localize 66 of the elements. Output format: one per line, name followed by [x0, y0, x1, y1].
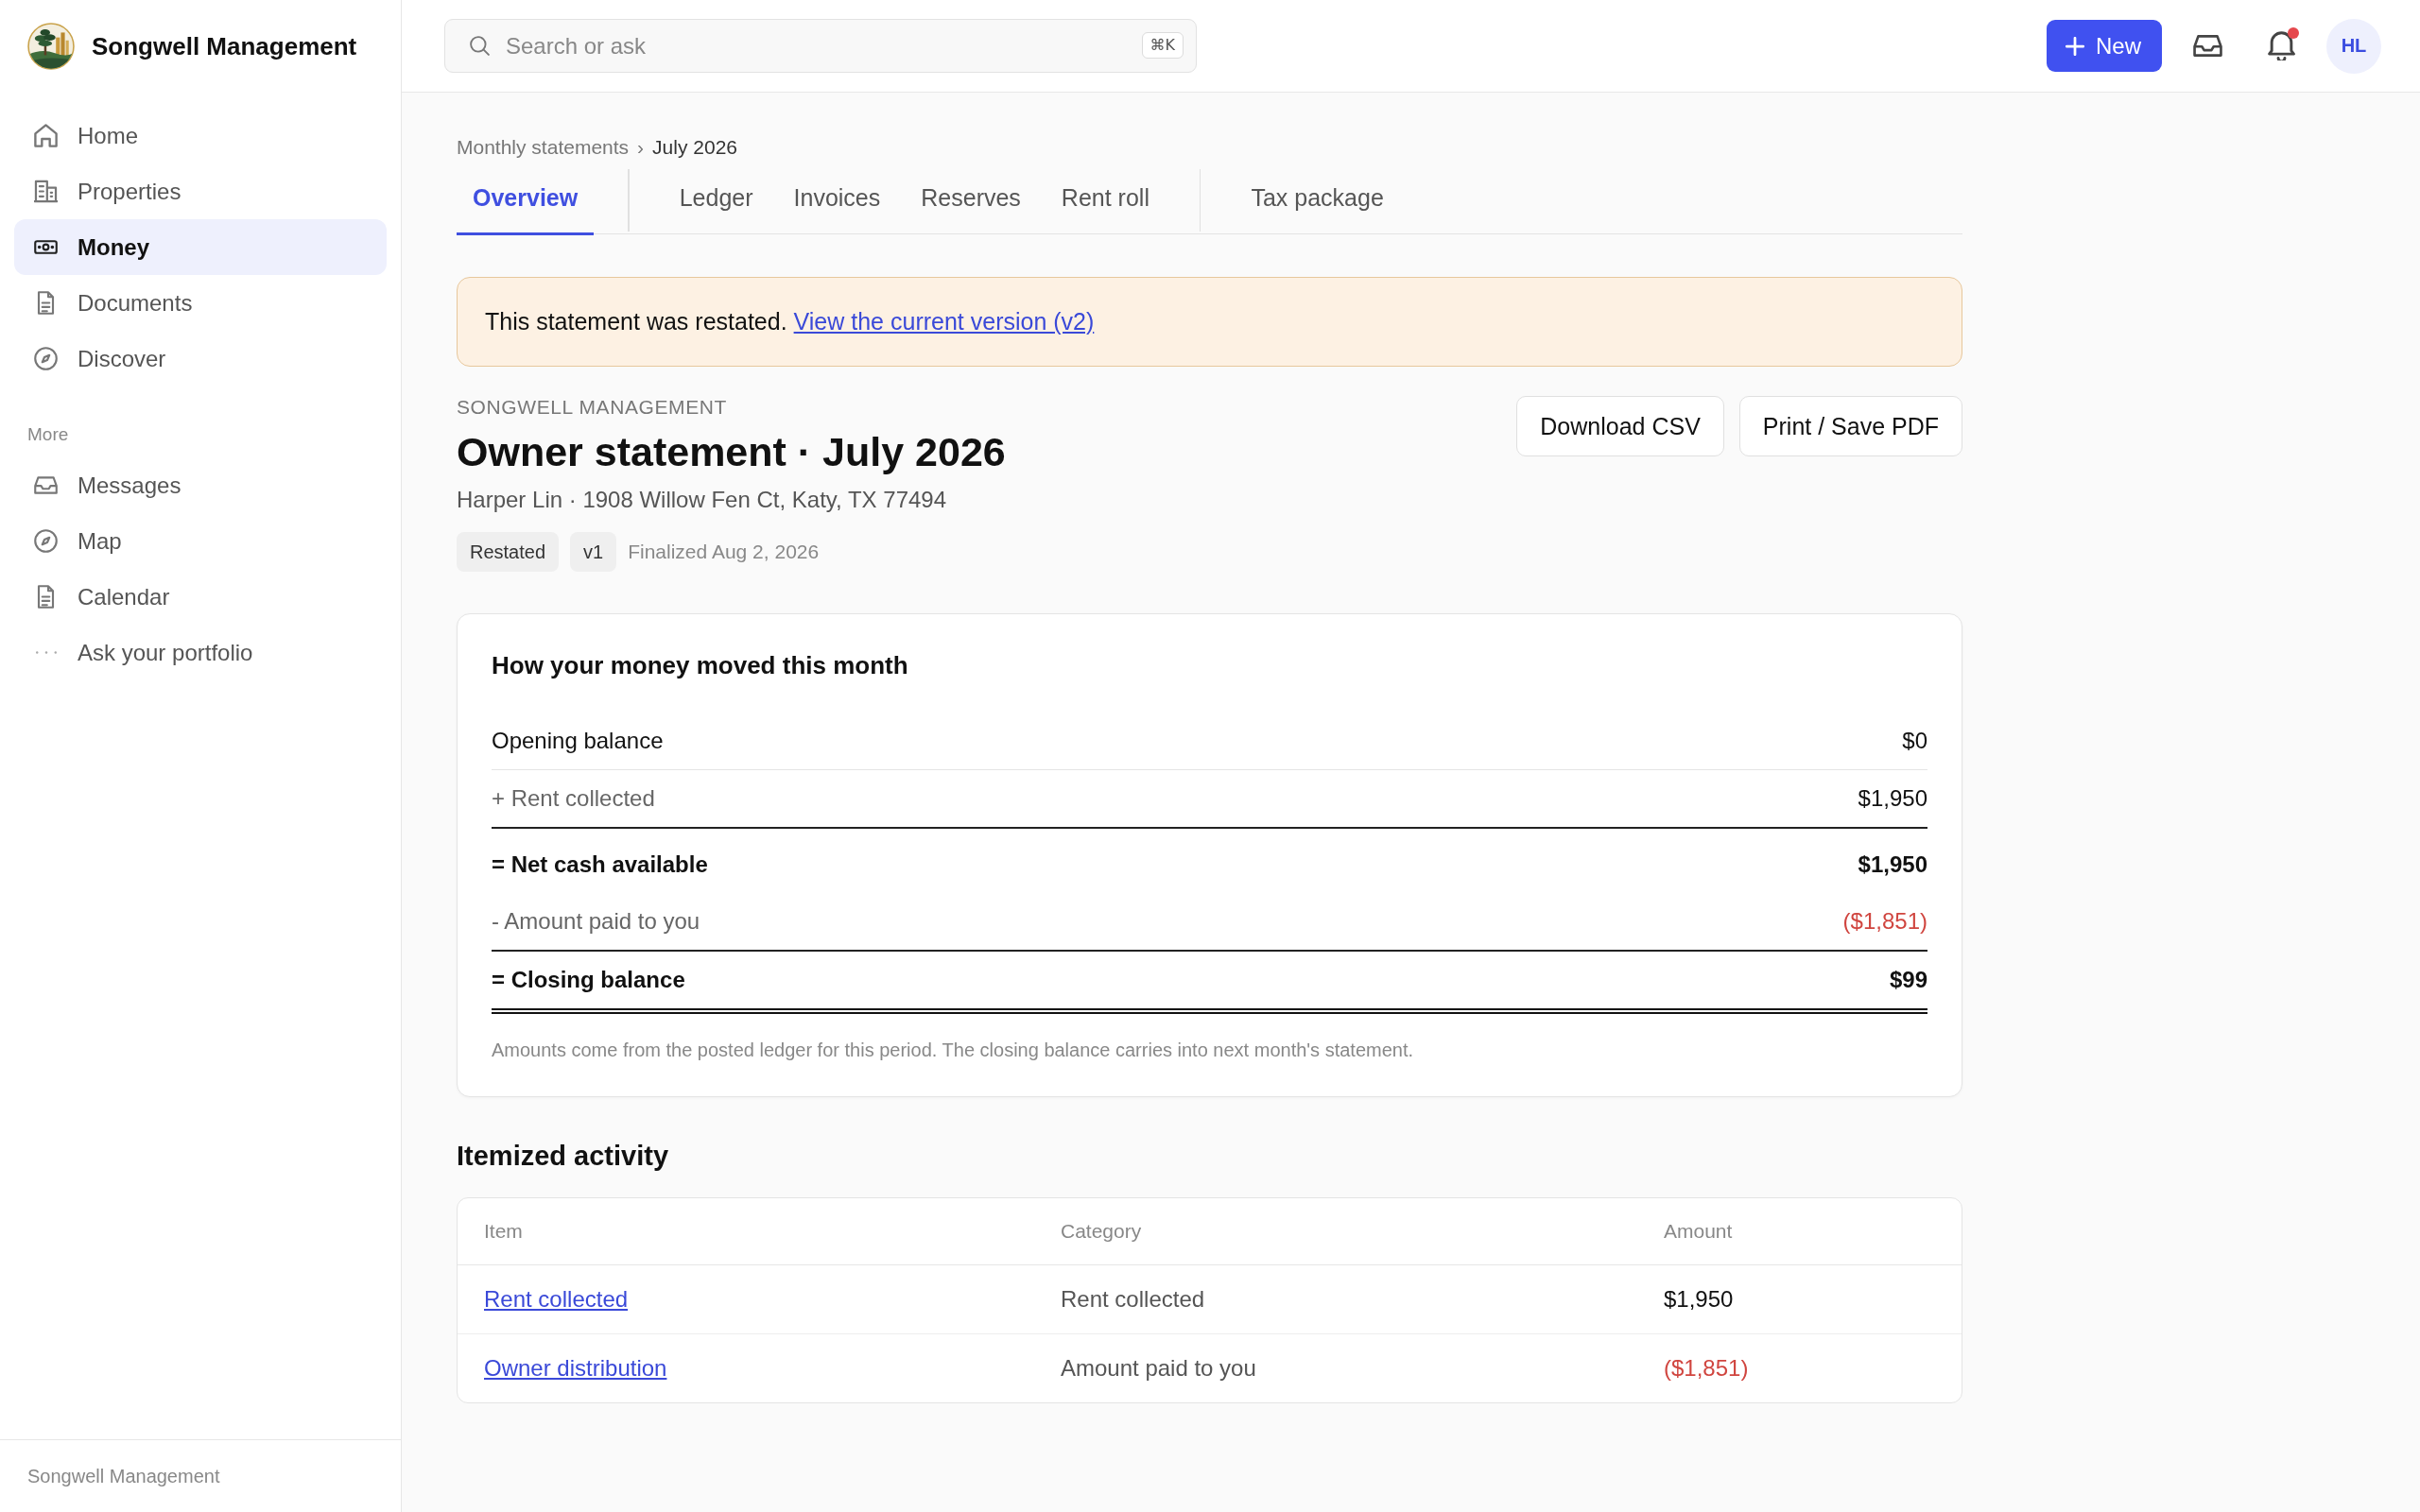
status-tag: v1	[570, 532, 617, 572]
org-label: SONGWELL MANAGEMENT	[457, 396, 728, 419]
tree-logo-icon	[27, 23, 75, 70]
tab[interactable]: Ledger	[663, 163, 769, 235]
dots-icon	[35, 651, 57, 654]
section-heading: More	[27, 423, 69, 446]
summary-amount: $1,950	[1858, 785, 1927, 812]
card-title: How your money moved this month	[492, 650, 909, 680]
finalized-date: Finalized Aug 2, 2026	[628, 541, 820, 563]
summary-label: Opening balance	[492, 727, 664, 754]
nav-item[interactable]: Money	[14, 219, 387, 275]
compass-icon	[34, 529, 58, 553]
nav-item[interactable]: Properties	[14, 163, 387, 219]
nav-item[interactable]: Ask your portfolio	[14, 625, 387, 680]
user-avatar[interactable]: HL	[2326, 18, 2381, 74]
column-header: Amount	[1664, 1220, 1733, 1243]
breadcrumb-separator: ›	[637, 135, 645, 160]
shortcut-key: ⌘K	[1141, 32, 1184, 59]
tab[interactable]: Tax package	[1235, 163, 1400, 235]
nav-item[interactable]: Messages	[14, 457, 387, 513]
inbox-icon	[34, 473, 58, 497]
nav-item[interactable]: Documents	[14, 275, 387, 331]
nav-item[interactable]: Map	[14, 513, 387, 569]
breadcrumb-current: July 2026	[652, 135, 737, 160]
summary-amount: ($1,851)	[1842, 908, 1927, 935]
item-link[interactable]: Rent collected	[484, 1286, 629, 1312]
bell-icon[interactable]	[2266, 31, 2296, 60]
page-title: Owner statement · July 2026	[457, 428, 1006, 476]
nav-item[interactable]: Home	[14, 108, 387, 163]
table-cell: Rent collected	[1061, 1286, 1205, 1313]
column-header: Category	[1061, 1220, 1142, 1243]
owner-address: Harper Lin · 1908 Willow Fen Ct, Katy, TX 77494	[457, 486, 947, 514]
table-cell: ($1,851)	[1664, 1355, 1749, 1382]
tab[interactable]: Invoices	[777, 163, 897, 235]
summary-label: = Closing balance	[492, 967, 685, 993]
current-version-link[interactable]: View the current version (v2)	[793, 308, 1095, 335]
summary-note: Amounts come from the posted ledger for this period. The closing balance carries into next month's statement.	[492, 1039, 1415, 1062]
summary-label: + Rent collected	[492, 785, 655, 812]
summary-amount: $0	[1902, 727, 1927, 754]
breadcrumb-link[interactable]: Monthly statements	[457, 135, 630, 160]
column-header: Item	[484, 1220, 523, 1243]
summary-amount: $1,950	[1858, 851, 1927, 878]
plus-icon	[2066, 36, 2084, 56]
notice-text: This statement was restated.	[485, 308, 787, 335]
brand-name: Songwell Management	[92, 31, 357, 61]
section-title: Itemized activity	[457, 1140, 670, 1173]
print-button[interactable]: Print / Save PDF	[1738, 396, 1962, 456]
summary-amount: $99	[1889, 967, 1927, 993]
summary-label: = Net cash available	[492, 851, 708, 878]
compass-icon	[34, 347, 58, 370]
item-link[interactable]: Owner distribution	[484, 1355, 667, 1381]
tab[interactable]: Overview	[457, 163, 595, 235]
nav-item[interactable]: Calendar	[14, 569, 387, 625]
tab[interactable]: Rent roll	[1045, 163, 1166, 235]
search-icon	[470, 36, 490, 56]
nav-item[interactable]: Discover	[14, 331, 387, 387]
summary-label: - Amount paid to you	[492, 908, 700, 935]
home-icon	[34, 124, 58, 147]
status-tag: Restated	[457, 532, 560, 572]
table-cell: Amount paid to you	[1061, 1355, 1256, 1382]
new-button[interactable]: New	[2047, 20, 2162, 72]
download-button[interactable]: Download CSV	[1516, 396, 1724, 456]
table-cell: $1,950	[1664, 1286, 1734, 1313]
footer-text: Songwell Management	[27, 1465, 220, 1487]
building-icon	[34, 180, 58, 203]
tab[interactable]: Reserves	[905, 163, 1037, 235]
